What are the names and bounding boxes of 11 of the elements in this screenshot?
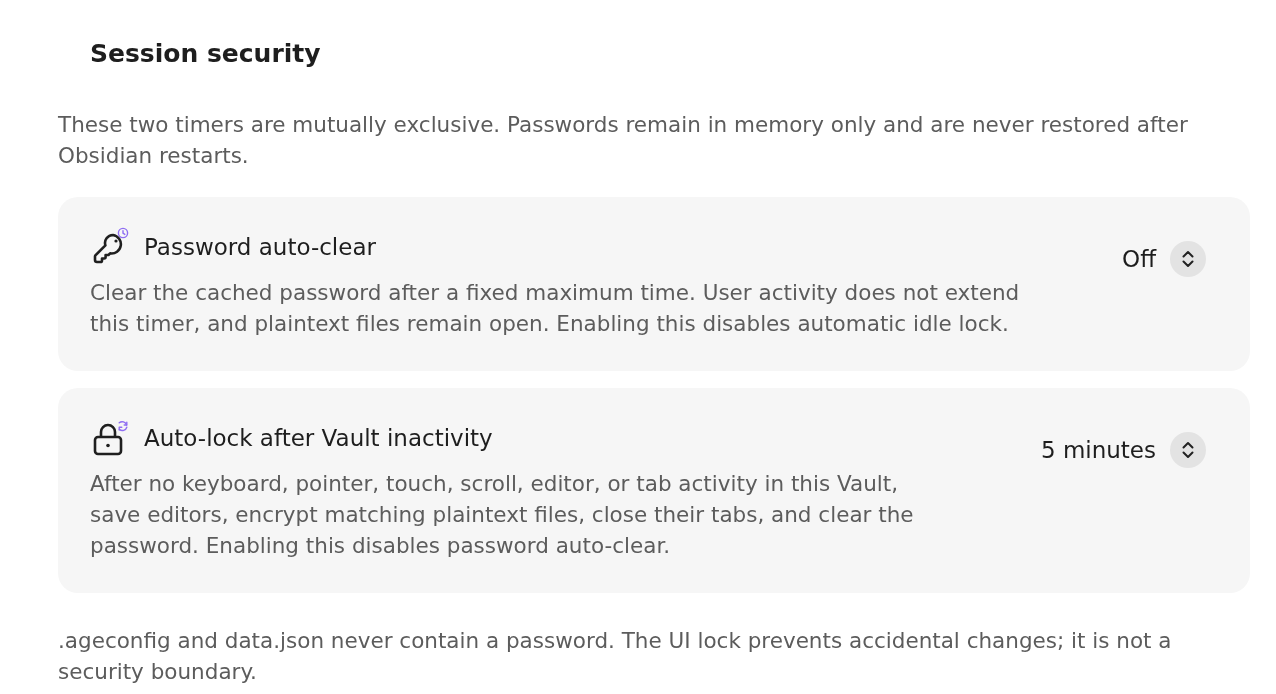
setting-description: Clear the cached password after a fixed maximum time. User activity does not extend this timer, and plaintext files remain open. Enabling this disables automatic idle lock. — [90, 279, 1021, 338]
setting-title: Auto-lock after Vault inactivity — [144, 425, 493, 451]
setting-description: After no keyboard, pointer, touch, scroll, editor, or tab activity in this Vault, save editors, encrypt matching plaintext files, close their tabs, and clear the password. Enabling this disables password auto-clear. — [90, 470, 915, 560]
chevron-up-down-icon — [1170, 241, 1206, 277]
duration-dropdown[interactable]: 5 minutes — [1040, 432, 1206, 468]
footer-note: .ageconfig and data.json never contain a password. The UI lock prevents accidental changes; it is not a security boundary. — [58, 627, 1173, 686]
section-heading: Session security — [90, 38, 321, 70]
setting-title: Password auto-clear — [144, 234, 376, 260]
chevron-up-down-icon — [1170, 432, 1206, 468]
intro-text: These two timers are mutually exclusive. Passwords remain in memory only and are never restored after Obsidian restarts. — [58, 111, 1189, 170]
duration-dropdown[interactable]: Off — [1122, 241, 1206, 277]
